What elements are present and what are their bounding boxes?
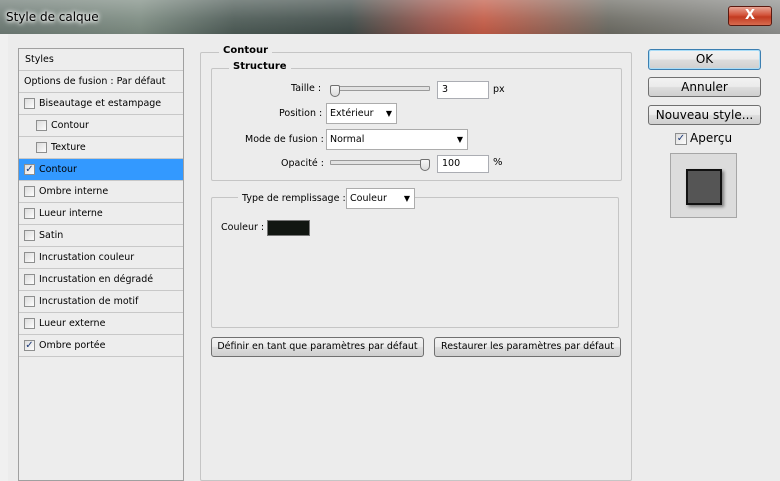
position-value: Extérieur xyxy=(330,108,374,119)
new-style-button[interactable]: Nouveau style... xyxy=(648,105,761,125)
close-button[interactable]: X xyxy=(728,6,772,26)
position-label: Position : xyxy=(279,108,323,119)
style-item[interactable]: Ombre interne xyxy=(19,181,183,203)
styles-header-label: Styles xyxy=(25,54,54,65)
opacity-label: Opacité : xyxy=(281,158,324,169)
style-item-label: Biseautage et estampage xyxy=(39,98,162,109)
style-item-checkbox[interactable]: ✓ xyxy=(24,340,35,351)
style-item-checkbox[interactable] xyxy=(24,318,35,329)
style-item-checkbox[interactable] xyxy=(24,208,35,219)
style-item-label: Texture xyxy=(51,142,86,153)
blend-options-label: Options de fusion : Par défaut xyxy=(24,76,166,87)
style-item-checkbox[interactable]: ✓ xyxy=(24,164,35,175)
style-item[interactable]: Biseautage et estampage xyxy=(19,93,183,115)
style-item[interactable]: Incrustation de motif xyxy=(19,291,183,313)
fill-type-value: Couleur xyxy=(350,193,387,204)
title-bar: Style de calque X xyxy=(0,0,780,34)
style-item-checkbox[interactable] xyxy=(24,274,35,285)
style-item-checkbox[interactable] xyxy=(24,98,35,109)
style-item-label: Ombre interne xyxy=(39,186,109,197)
opacity-slider-track[interactable] xyxy=(330,160,430,165)
size-unit: px xyxy=(493,84,505,95)
style-item-label: Satin xyxy=(39,230,64,241)
style-item-label: Lueur externe xyxy=(39,318,106,329)
chevron-down-icon: ▼ xyxy=(456,135,463,144)
blend-mode-label: Mode de fusion : xyxy=(245,134,324,145)
fill-type-select[interactable]: Couleur ▼ xyxy=(346,188,415,209)
opacity-unit: % xyxy=(493,157,503,168)
structure-group-title: Structure xyxy=(229,61,291,72)
styles-list: Styles Options de fusion : Par défaut Bi… xyxy=(18,48,184,481)
style-item-checkbox[interactable] xyxy=(24,230,35,241)
fill-type-label: Type de remplissage : xyxy=(238,193,350,204)
style-item[interactable]: Lueur externe xyxy=(19,313,183,335)
style-item-checkbox[interactable] xyxy=(36,120,47,131)
styles-header[interactable]: Styles xyxy=(19,49,183,71)
style-item-checkbox[interactable] xyxy=(24,252,35,263)
cancel-button[interactable]: Annuler xyxy=(648,77,761,97)
style-item-label: Contour xyxy=(51,120,89,131)
title-bar-glass xyxy=(0,0,780,34)
style-item[interactable]: Incrustation couleur xyxy=(19,247,183,269)
style-item[interactable]: Lueur interne xyxy=(19,203,183,225)
opacity-slider-thumb[interactable] xyxy=(420,159,430,171)
color-swatch[interactable] xyxy=(267,220,310,236)
style-preview xyxy=(670,153,737,218)
preview-checkbox[interactable]: ✓ xyxy=(675,133,687,145)
chevron-down-icon: ▼ xyxy=(403,194,410,203)
opacity-input[interactable]: 100 xyxy=(437,155,489,173)
ok-button[interactable]: OK xyxy=(648,49,761,70)
style-item[interactable]: Satin xyxy=(19,225,183,247)
style-item-label: Incrustation de motif xyxy=(39,296,139,307)
style-item[interactable]: Texture xyxy=(19,137,183,159)
size-input[interactable]: 3 xyxy=(437,81,489,99)
style-item[interactable]: Contour xyxy=(19,115,183,137)
reset-default-button[interactable]: Restaurer les paramètres par défaut xyxy=(434,337,621,357)
set-default-button[interactable]: Définir en tant que paramètres par défau… xyxy=(211,337,424,357)
style-item-checkbox[interactable] xyxy=(24,296,35,307)
chevron-down-icon: ▼ xyxy=(385,109,392,118)
blend-options-item[interactable]: Options de fusion : Par défaut xyxy=(19,71,183,93)
preview-label: Aperçu xyxy=(690,131,733,145)
size-slider-thumb[interactable] xyxy=(329,85,340,97)
blend-mode-select[interactable]: Normal ▼ xyxy=(326,129,468,150)
size-label: Taille : xyxy=(291,83,322,94)
style-item-label: Lueur interne xyxy=(39,208,103,219)
style-item[interactable]: Incrustation en dégradé xyxy=(19,269,183,291)
style-item-label: Incrustation en dégradé xyxy=(39,274,154,285)
style-item-checkbox[interactable] xyxy=(24,186,35,197)
blend-mode-value: Normal xyxy=(330,134,365,145)
color-label: Couleur : xyxy=(221,222,265,233)
style-item[interactable]: ✓ Contour xyxy=(19,159,183,181)
style-item-label: Contour xyxy=(39,164,77,175)
fill-group xyxy=(211,197,619,328)
window-title: Style de calque xyxy=(6,10,99,24)
preview-thumbnail xyxy=(686,169,722,205)
position-select[interactable]: Extérieur ▼ xyxy=(326,103,397,124)
style-item[interactable]: ✓ Ombre portée xyxy=(19,335,183,357)
style-item-label: Ombre portée xyxy=(39,340,106,351)
size-slider-track[interactable] xyxy=(330,86,430,91)
style-item-label: Incrustation couleur xyxy=(39,252,135,263)
style-item-checkbox[interactable] xyxy=(36,142,47,153)
contour-group-title: Contour xyxy=(219,45,273,56)
